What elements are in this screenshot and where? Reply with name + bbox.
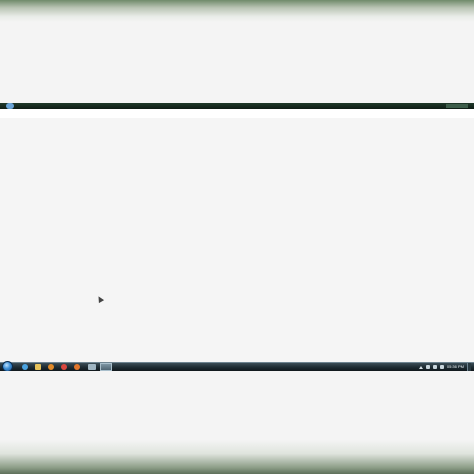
divider (0, 109, 474, 118)
network-icon[interactable] (432, 365, 437, 369)
blurred-background-top (0, 0, 474, 22)
upper-blurred-desktop (0, 22, 474, 103)
system-tray: 05:36 PM (418, 363, 471, 371)
clock[interactable]: 05:36 PM (447, 363, 464, 371)
ie-icon[interactable] (22, 364, 28, 370)
folder-icon[interactable] (35, 364, 41, 370)
app-icon[interactable] (88, 364, 96, 370)
upper-tray-icon (446, 104, 468, 108)
chrome-icon[interactable] (61, 364, 67, 370)
blurred-background-bottom (0, 440, 474, 474)
show-hidden-icons-icon[interactable] (418, 365, 423, 369)
flag-icon[interactable] (425, 365, 430, 369)
show-desktop-button[interactable] (467, 363, 471, 371)
taskbar-window-button[interactable] (100, 363, 112, 371)
screenshot-frame: 05:36 PM (0, 0, 474, 474)
taskbar: 05:36 PM (0, 361, 474, 372)
desktop-area[interactable] (0, 118, 474, 362)
media-player-icon[interactable] (48, 364, 54, 370)
firefox-icon[interactable] (74, 364, 80, 370)
volume-icon[interactable] (439, 365, 444, 369)
lower-blurred-desktop (0, 371, 474, 440)
